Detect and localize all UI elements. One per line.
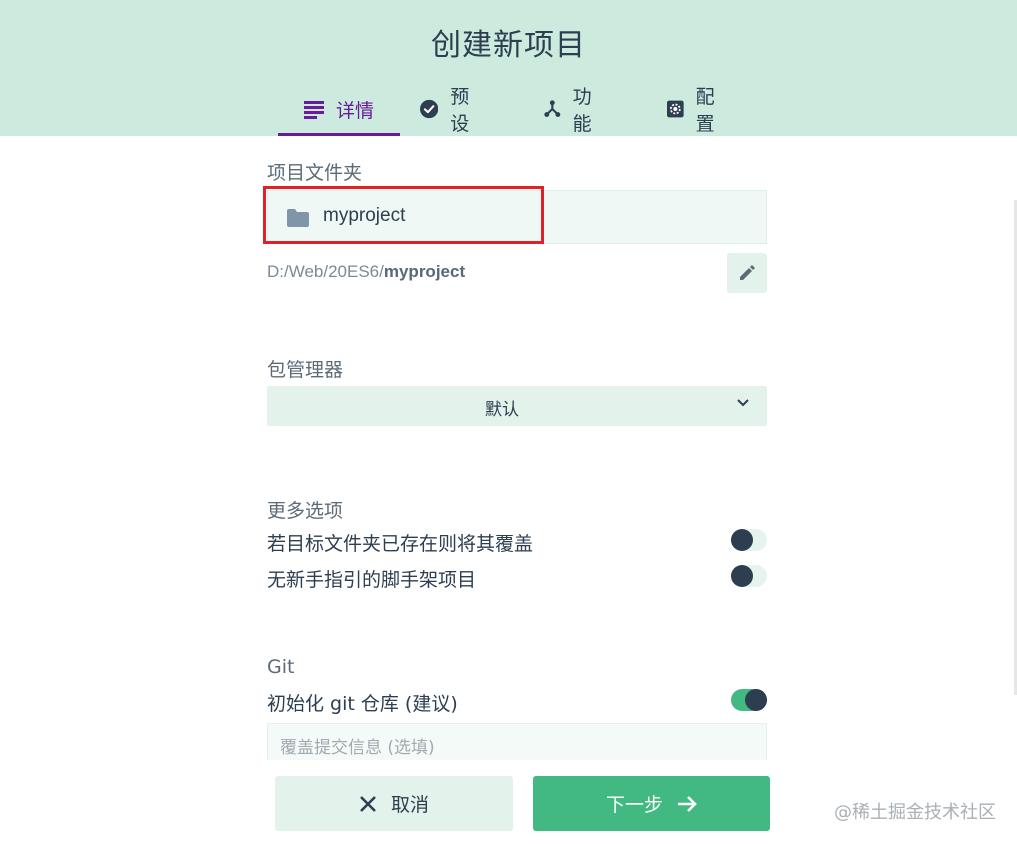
tab-details-label: 详情 — [335, 100, 374, 122]
git-label: Git — [267, 656, 295, 678]
folder-icon — [287, 209, 309, 227]
check-circle-icon — [420, 99, 439, 119]
watermark: @稀土掘金技术社区 — [834, 802, 996, 823]
edit-path-button[interactable] — [727, 253, 767, 293]
cancel-label: 取消 — [390, 794, 429, 816]
pencil-icon — [740, 265, 755, 280]
project-folder-value: myproject — [323, 205, 406, 226]
project-path-prefix: D:/Web/20ES6/ — [267, 262, 384, 281]
gear-icon — [667, 100, 684, 118]
next-button[interactable]: 下一步 — [533, 776, 770, 831]
tab-presets-label: 预设 — [450, 86, 470, 135]
overwrite-folder-toggle[interactable] — [731, 529, 767, 551]
tab-config-label: 配置 — [695, 86, 715, 135]
tab-config[interactable]: 配置 — [667, 86, 722, 135]
next-label: 下一步 — [605, 794, 663, 816]
fork-icon — [544, 100, 561, 117]
git-init-toggle[interactable] — [731, 689, 767, 711]
package-manager-select[interactable]: 默认 — [267, 386, 767, 426]
toggle-knob — [745, 689, 767, 711]
more-options-label: 更多选项 — [267, 500, 344, 522]
project-folder-input[interactable]: myproject — [267, 190, 767, 244]
page-title: 创建新项目 — [431, 28, 586, 63]
close-icon — [360, 795, 376, 812]
commit-message-input[interactable]: 覆盖提交信息 (选填) — [267, 723, 767, 763]
git-init-label: 初始化 git 仓库 (建议) — [267, 693, 458, 715]
project-path: D:/Web/20ES6/myproject — [267, 262, 465, 282]
toggle-knob — [731, 529, 753, 551]
cancel-button[interactable]: 取消 — [275, 776, 513, 831]
no-onboarding-toggle[interactable] — [731, 565, 767, 587]
no-onboarding-label: 无新手指引的脚手架项目 — [267, 569, 477, 591]
project-path-name: myproject — [383, 262, 466, 281]
toggle-knob — [731, 565, 753, 587]
tab-details[interactable]: 详情 — [278, 86, 400, 136]
arrow-right-icon — [678, 795, 697, 812]
chevron-down-icon — [737, 399, 749, 407]
project-folder-label: 项目文件夹 — [267, 162, 363, 184]
list-icon — [303, 100, 324, 119]
header: 创建新项目 详情 预设 功能 配置 — [0, 0, 1017, 136]
package-manager-label: 包管理器 — [267, 359, 344, 381]
tab-features-label: 功能 — [572, 86, 592, 135]
tab-features[interactable]: 功能 — [544, 86, 599, 135]
overwrite-folder-label: 若目标文件夹已存在则将其覆盖 — [267, 533, 534, 555]
package-manager-value: 默认 — [485, 400, 519, 420]
tab-presets[interactable]: 预设 — [420, 86, 477, 135]
